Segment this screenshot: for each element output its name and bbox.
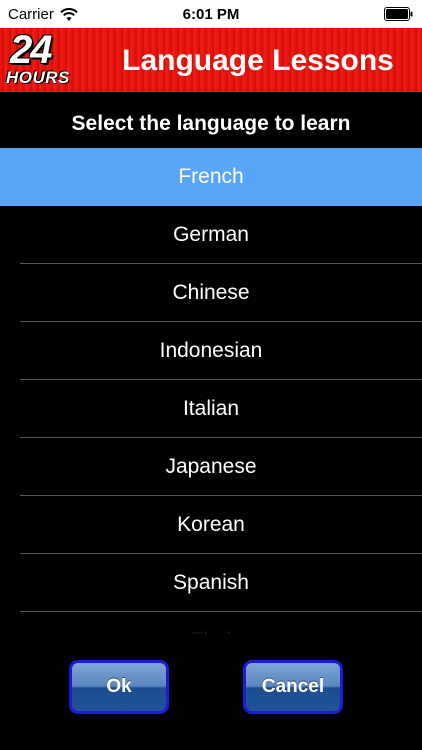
language-option-german[interactable]: German [0,206,422,264]
ok-button[interactable]: Ok [69,660,169,714]
logo-number: 24 [10,28,52,72]
language-option-italian[interactable]: Italian [0,380,422,438]
language-option-chinese[interactable]: Chinese [0,264,422,322]
page-title: Language Lessons [122,44,394,77]
app-logo: 24 HOURS [4,28,96,90]
language-option-french[interactable]: French [0,148,422,206]
app-header: 24 HOURS Language Lessons [0,28,422,92]
language-option-indonesian[interactable]: Indonesian [0,322,422,380]
language-option-spanish[interactable]: Spanish [0,554,422,612]
logo-word: HOURS [6,68,70,87]
cancel-button[interactable]: Cancel [243,660,343,714]
battery-icon [384,7,413,21]
language-option-thai[interactable]: Thai [0,612,422,638]
status-time: 6:01 PM [182,6,240,23]
language-picker[interactable]: French German Chinese Indonesian Italian… [0,148,422,638]
language-option-japanese[interactable]: Japanese [0,438,422,496]
status-bar: Carrier 6:01 PM [0,0,422,28]
select-language-prompt: Select the language to learn [71,112,351,135]
language-option-korean[interactable]: Korean [0,496,422,554]
